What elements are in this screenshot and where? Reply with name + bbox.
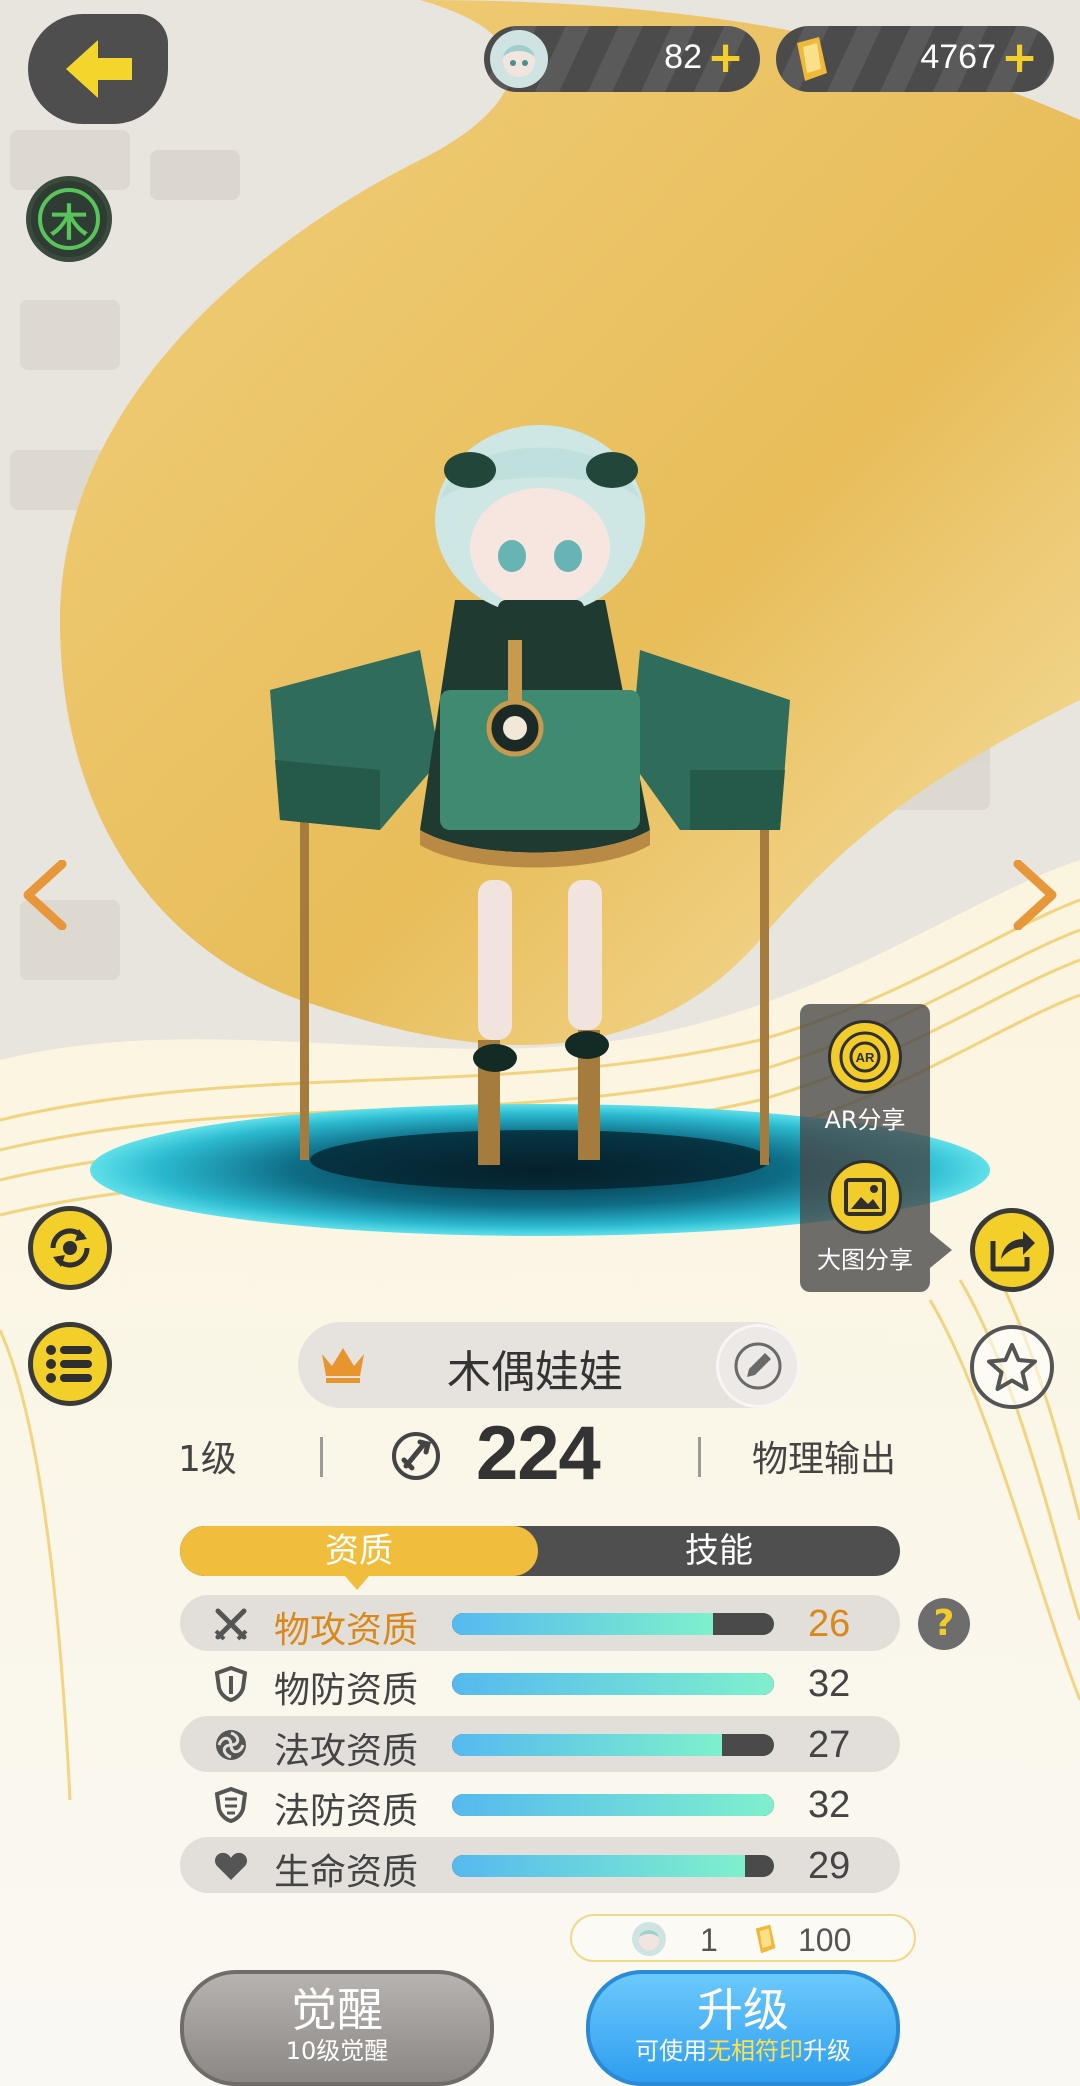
list-menu-button[interactable] — [28, 1322, 112, 1406]
spirit-resource-pill[interactable]: 82 + — [484, 26, 760, 92]
aptitude-bar-fill — [452, 1855, 746, 1877]
upgrade-hint: 可使用无相符印升级 — [590, 2036, 896, 2066]
spirit-avatar-icon — [632, 1922, 666, 1956]
tab-pointer — [345, 1576, 369, 1590]
aptitude-bar — [452, 1734, 774, 1756]
awaken-button[interactable]: 觉醒 10级觉醒 — [180, 1970, 494, 2086]
heart-icon — [214, 1849, 248, 1883]
character-level: 1级 — [178, 1439, 237, 1480]
detail-tabs: 资质 技能 — [180, 1526, 900, 1576]
aptitude-bar — [452, 1794, 774, 1816]
upgrade-hint-suffix: 升级 — [803, 2037, 851, 2065]
pencil-icon — [734, 1342, 782, 1390]
aptitude-label: 物防资质 — [274, 1670, 419, 1711]
upgrade-hint-item: 无相符印 — [707, 2037, 803, 2065]
aptitude-value: 29 — [808, 1845, 851, 1887]
back-button[interactable] — [28, 14, 168, 124]
aptitude-help-button[interactable]: ? — [918, 1598, 970, 1650]
crown-icon — [318, 1342, 368, 1388]
character-role: 物理输出 — [752, 1439, 897, 1480]
spirit-avatar-icon — [490, 30, 548, 88]
combat-power-icon — [390, 1430, 442, 1486]
aptitude-row-magic-attack: 法攻资质 27 — [180, 1716, 900, 1772]
magic-orb-icon — [214, 1728, 248, 1762]
aptitude-bar — [452, 1613, 774, 1635]
divider — [698, 1437, 701, 1477]
shield-icon — [214, 1787, 248, 1823]
element-badge: 木 — [26, 176, 112, 262]
gold-resource-pill[interactable]: 4767 + — [776, 26, 1054, 92]
share-button[interactable] — [970, 1208, 1054, 1292]
favorite-button[interactable] — [970, 1325, 1054, 1409]
share-panel: AR AR分享 大图分享 — [800, 1004, 930, 1292]
character-name: 木偶娃娃 — [447, 1347, 623, 1398]
image-share-button[interactable]: 大图分享 — [800, 1160, 930, 1275]
rename-button[interactable] — [716, 1324, 800, 1408]
aptitude-bar-fill — [452, 1673, 774, 1695]
image-icon — [828, 1160, 902, 1234]
aptitude-bar — [452, 1673, 774, 1695]
combat-power-value: 224 — [476, 1411, 601, 1496]
upgrade-label: 升级 — [697, 1983, 789, 2037]
aptitude-value: 26 — [808, 1603, 851, 1645]
crossed-swords-icon — [214, 1607, 248, 1641]
image-share-label: 大图分享 — [817, 1246, 913, 1274]
star-icon — [987, 1343, 1037, 1391]
gold-seal-icon — [748, 1922, 782, 1956]
aptitude-value: 27 — [808, 1724, 851, 1766]
aptitude-label: 物攻资质 — [274, 1610, 419, 1651]
gold-cost: 100 — [798, 1922, 852, 1958]
back-arrow-icon — [66, 40, 132, 98]
ar-share-button[interactable]: AR AR分享 — [800, 1020, 930, 1135]
divider — [320, 1437, 323, 1477]
upgrade-cost: 1 100 — [570, 1914, 916, 1962]
aptitude-row-physical-defense: 物防资质 32 — [180, 1655, 900, 1711]
aptitude-row-health: 生命资质 29 — [180, 1837, 900, 1893]
shield-icon — [214, 1666, 248, 1702]
ar-camera-icon: AR — [828, 1020, 902, 1094]
aptitude-label: 生命资质 — [274, 1852, 419, 1893]
aptitude-row-magic-defense: 法防资质 32 — [180, 1776, 900, 1832]
aptitude-value: 32 — [808, 1663, 851, 1705]
rotate-view-button[interactable] — [28, 1206, 112, 1290]
aptitude-label: 法攻资质 — [274, 1731, 419, 1772]
ar-icon-text: AR — [856, 1050, 875, 1065]
chevron-right-icon — [1013, 859, 1057, 931]
chevron-left-icon — [23, 859, 67, 931]
tab-skills[interactable]: 技能 — [538, 1526, 900, 1576]
add-spirit-button[interactable]: + — [707, 34, 744, 82]
awaken-requirement: 10级觉醒 — [285, 2037, 389, 2065]
ar-share-label: AR分享 — [824, 1106, 906, 1134]
list-icon — [46, 1345, 92, 1383]
rotate-icon — [50, 1228, 90, 1268]
spirit-count: 82 — [664, 38, 702, 76]
aptitude-row-physical-attack: 物攻资质 26 — [180, 1595, 900, 1651]
awaken-label: 觉醒 — [291, 1983, 383, 2037]
gold-seal-icon — [782, 30, 840, 88]
gold-count: 4767 — [920, 38, 996, 76]
previous-character-button[interactable] — [18, 855, 70, 945]
spirit-cost: 1 — [700, 1922, 718, 1958]
wood-element-label: 木 — [38, 188, 100, 250]
share-panel-pointer — [930, 1232, 952, 1268]
aptitude-bar-fill — [452, 1734, 723, 1756]
share-icon — [990, 1231, 1035, 1272]
upgrade-hint-prefix: 可使用 — [635, 2037, 707, 2065]
aptitude-bar-fill — [452, 1613, 713, 1635]
aptitude-value: 32 — [808, 1784, 851, 1826]
add-gold-button[interactable]: + — [1001, 34, 1038, 82]
aptitude-bar — [452, 1855, 774, 1877]
aptitude-label: 法防资质 — [274, 1791, 419, 1832]
next-character-button[interactable] — [1010, 855, 1062, 945]
tab-aptitude[interactable]: 资质 — [180, 1526, 538, 1576]
upgrade-button[interactable]: 升级 可使用无相符印升级 — [586, 1970, 900, 2086]
aptitude-bar-fill — [452, 1794, 774, 1816]
